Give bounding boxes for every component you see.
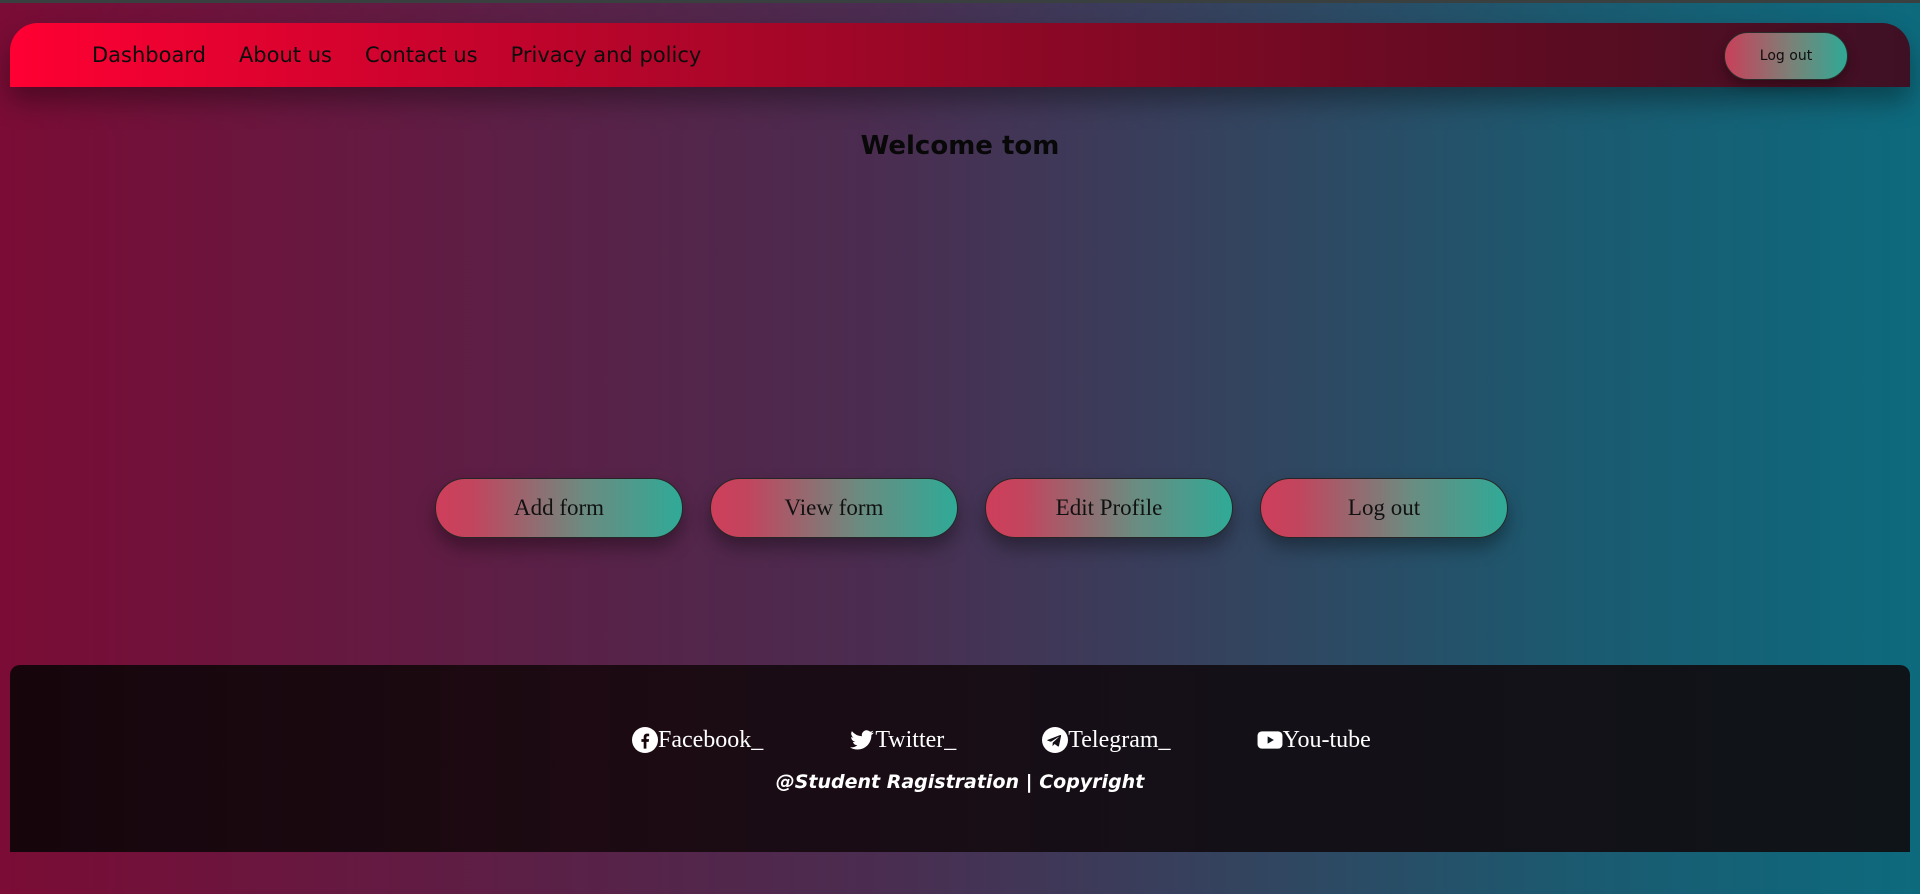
copyright-text: @Student Ragistration | Copyright — [775, 771, 1145, 793]
edit-profile-button[interactable]: Edit Profile — [985, 478, 1233, 538]
social-label-telegram: Telegram_ — [1068, 726, 1171, 753]
social-label-twitter: Twitter_ — [875, 726, 957, 753]
social-label-youtube: You-tube — [1282, 726, 1371, 753]
welcome-heading: Welcome tom — [860, 131, 1060, 161]
social-link-facebook[interactable]: Facebook_ — [632, 727, 763, 754]
nav-link-dashboard[interactable]: Dashboard — [92, 43, 206, 67]
social-link-youtube[interactable]: You-tube — [1257, 727, 1371, 754]
social-link-telegram[interactable]: Telegram_ — [1042, 726, 1171, 754]
view-form-button[interactable]: View form — [710, 478, 958, 538]
social-label-facebook: Facebook_ — [658, 726, 764, 753]
facebook-icon — [632, 727, 658, 753]
twitter-icon — [849, 727, 875, 753]
telegram-icon — [1042, 727, 1069, 753]
logout-button[interactable]: Log out — [1260, 478, 1508, 538]
nav-logout-button[interactable]: Log out — [1724, 32, 1848, 80]
add-form-button[interactable]: Add form — [435, 478, 683, 538]
window-top-border — [0, 0, 1920, 3]
nav-link-privacy-policy[interactable]: Privacy and policy — [511, 43, 702, 67]
social-link-twitter[interactable]: Twitter_ — [849, 727, 956, 754]
nav-links: Dashboard About us Contact us Privacy an… — [92, 23, 701, 87]
action-buttons: Add form View form Edit Profile Log out — [435, 478, 1508, 538]
youtube-icon — [1257, 727, 1283, 753]
top-navbar: Dashboard About us Contact us Privacy an… — [10, 23, 1910, 87]
social-links: Facebook_ Twitter_ Telegram_ You-tube — [632, 725, 1371, 755]
nav-link-contact-us[interactable]: Contact us — [365, 43, 478, 67]
footer: Facebook_ Twitter_ Telegram_ You-tube @S… — [10, 665, 1910, 852]
nav-link-about-us[interactable]: About us — [239, 43, 332, 67]
